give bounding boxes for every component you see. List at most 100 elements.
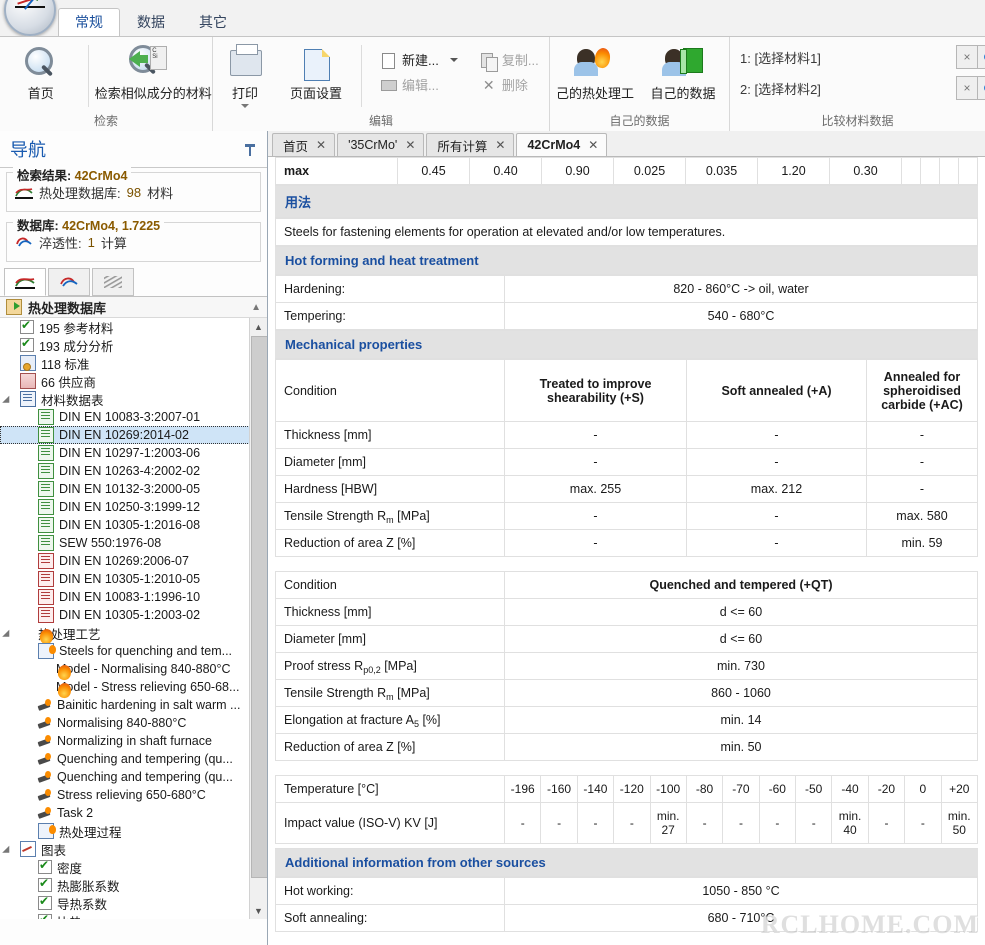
- tree-item[interactable]: 热处理过程: [0, 822, 250, 840]
- tree-item-label: 导热系数: [57, 897, 108, 912]
- own-heat-treatment-button[interactable]: 己的热处理工: [550, 41, 640, 102]
- search-result-row[interactable]: 热处理数据库: 98 材料: [13, 181, 254, 204]
- close-icon[interactable]: ✕: [495, 138, 505, 152]
- nav-tab-curves[interactable]: [4, 268, 46, 296]
- tree-item[interactable]: 195 参考材料: [0, 318, 250, 336]
- temperature-cell: -160: [540, 775, 578, 803]
- mech2-cell: 860 - 1060: [504, 679, 978, 707]
- tree-item[interactable]: DIN EN 10297-1:2003-06: [0, 444, 250, 462]
- compare-pick-1-button[interactable]: [978, 45, 985, 69]
- ribbon-tab-general[interactable]: 常规: [58, 8, 120, 36]
- doc-tab-35crmo[interactable]: '35CrMo' ✕: [337, 133, 425, 156]
- checkbox[interactable]: [38, 876, 52, 892]
- tree-item[interactable]: Quenching and tempering (qu...: [0, 750, 250, 768]
- tree-item[interactable]: 密度: [0, 858, 250, 876]
- search-similar-material-button[interactable]: C Si 检索相似成分的材料: [95, 41, 212, 102]
- tree-header[interactable]: 热处理数据库 ▲: [0, 296, 267, 318]
- tree-item[interactable]: DIN EN 10305-1:2010-05: [0, 570, 250, 588]
- table-row: Tempering: 540 - 680°C: [275, 302, 978, 330]
- tree-item[interactable]: DIN EN 10083-1:1996-10: [0, 588, 250, 606]
- tree-item[interactable]: 热处理工艺: [0, 624, 250, 645]
- tree-item[interactable]: DIN EN 10305-1:2016-08: [0, 516, 250, 534]
- checkbox[interactable]: [38, 894, 52, 910]
- tree-item[interactable]: Model - Normalising 840-880°C: [0, 660, 250, 681]
- sheet-red-icon: [38, 607, 54, 623]
- nav-tab-microstructure[interactable]: [92, 268, 134, 296]
- usage-table: Steels for fastening elements for operat…: [275, 218, 978, 246]
- scroll-up-icon[interactable]: ▲: [250, 318, 267, 335]
- tree-item[interactable]: Steels for quenching and tem...: [0, 642, 250, 660]
- home-button[interactable]: 首页: [0, 41, 82, 102]
- tree-item[interactable]: DIN EN 10269:2014-02: [0, 426, 252, 444]
- tree-item[interactable]: Bainitic hardening in salt warm ...: [0, 696, 250, 714]
- edit-button[interactable]: 编辑...: [374, 72, 464, 97]
- hammer-flame-icon: [38, 734, 52, 748]
- checkbox[interactable]: [20, 336, 34, 352]
- tree-item[interactable]: 材料数据表: [0, 390, 250, 408]
- hardenability-row[interactable]: 淬透性: 1 计算: [13, 231, 254, 254]
- new-button[interactable]: 新建...: [374, 47, 464, 72]
- ribbon-tab-data[interactable]: 数据: [120, 8, 182, 36]
- tree-item[interactable]: DIN EN 10083-3:2007-01: [0, 408, 250, 426]
- scroll-thumb[interactable]: [251, 336, 267, 878]
- tree-item[interactable]: DIN EN 10263-4:2002-02: [0, 462, 250, 480]
- close-icon[interactable]: ✕: [588, 138, 598, 152]
- nav-tab-hardenability[interactable]: [48, 268, 90, 296]
- tree-item[interactable]: Model - Stress relieving 650-68...: [0, 678, 250, 699]
- pin-icon[interactable]: [243, 142, 257, 156]
- tree-item[interactable]: Normalizing in shaft furnace: [0, 732, 250, 750]
- tree-item[interactable]: 118 标准: [0, 354, 250, 372]
- compare-pick-2-button[interactable]: [978, 76, 985, 100]
- tree-item[interactable]: Stress relieving 650-680°C: [0, 786, 250, 804]
- scroll-down-icon[interactable]: ▼: [250, 902, 267, 919]
- compare-clear-1-button[interactable]: ×: [956, 45, 978, 69]
- chevron-down-icon[interactable]: [449, 57, 458, 62]
- delete-button[interactable]: ✕ 删除: [474, 72, 545, 97]
- own-data-label: 自己的数据: [650, 86, 716, 101]
- compare-clear-2-button[interactable]: ×: [956, 76, 978, 100]
- tree-item[interactable]: 热膨胀系数: [0, 876, 250, 894]
- own-data-button[interactable]: 自己的数据: [640, 41, 726, 102]
- close-icon[interactable]: ✕: [405, 138, 415, 152]
- doc-tab-all-calculations[interactable]: 所有计算 ✕: [426, 133, 515, 156]
- tree-item[interactable]: Task 2: [0, 804, 250, 822]
- checkbox[interactable]: [20, 318, 34, 334]
- tree-item-label: DIN EN 10269:2006-07: [59, 554, 189, 568]
- copy-button[interactable]: 复制...: [474, 47, 545, 72]
- tree-item[interactable]: 66 供应商: [0, 372, 250, 390]
- tree-item[interactable]: DIN EN 10250-3:1999-12: [0, 498, 250, 516]
- compare-material-1-text[interactable]: 1: [选择材料1]: [740, 48, 950, 67]
- ribbon-tab-other[interactable]: 其它: [182, 8, 244, 36]
- tree-item[interactable]: DIN EN 10269:2006-07: [0, 552, 250, 570]
- expander-icon[interactable]: [4, 844, 15, 855]
- tree-item[interactable]: Normalising 840-880°C: [0, 714, 250, 732]
- tree-item[interactable]: Quenching and tempering (qu...: [0, 768, 250, 786]
- compare-material-2-text[interactable]: 2: [选择材料2]: [740, 79, 950, 98]
- ribbon-group-compare: 1: [选择材料1] × 2: [选择材料2] × 比较材料数据: [730, 37, 985, 131]
- mech2-row-label-rp: Proof stress Rp0,2 [MPa]: [275, 652, 505, 680]
- mech1-row-label: Hardness [HBW]: [275, 475, 505, 503]
- chevron-up-icon[interactable]: ▲: [251, 302, 261, 313]
- doc-tab-home[interactable]: 首页 ✕: [272, 133, 336, 156]
- expander-icon[interactable]: [4, 628, 15, 639]
- close-icon[interactable]: ✕: [316, 138, 326, 152]
- tree-item[interactable]: 比热: [0, 912, 250, 919]
- temperature-cell: -60: [758, 775, 797, 803]
- page-setup-button[interactable]: 页面设置: [277, 41, 355, 102]
- tree-item[interactable]: DIN EN 10132-3:2000-05: [0, 480, 250, 498]
- checkbox[interactable]: [38, 858, 52, 874]
- tree-item[interactable]: 导热系数: [0, 894, 250, 912]
- app-orb-button[interactable]: [4, 0, 56, 36]
- tree-item[interactable]: SEW 550:1976-08: [0, 534, 250, 552]
- tree-item[interactable]: 193 成分分析: [0, 336, 250, 354]
- print-caret-icon[interactable]: [241, 103, 249, 108]
- print-button[interactable]: 打印: [213, 41, 277, 108]
- tree-scrollbar[interactable]: ▲ ▼: [249, 318, 267, 919]
- tree-item[interactable]: DIN EN 10305-1:2003-02: [0, 606, 250, 624]
- expander-icon[interactable]: [4, 394, 15, 405]
- doc-tab-42crmo4[interactable]: 42CrMo4 ✕: [516, 133, 608, 156]
- checkbox[interactable]: [38, 912, 52, 919]
- tree-item[interactable]: 图表: [0, 840, 250, 858]
